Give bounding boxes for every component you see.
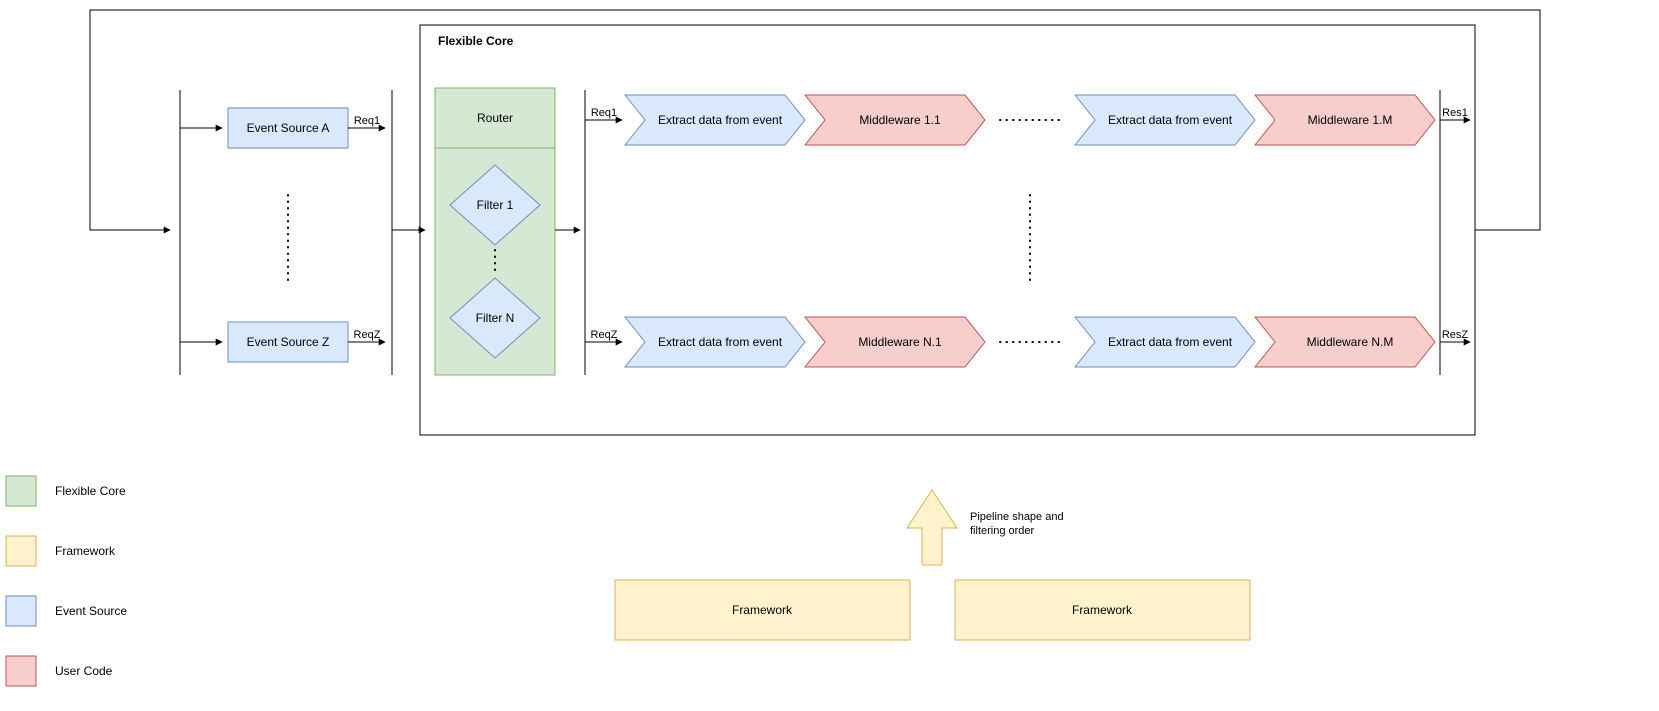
framework-2-label: Framework [1072, 603, 1133, 617]
legend-framework-label: Framework [55, 544, 116, 558]
extract-nb-label: Extract data from event [1108, 335, 1233, 349]
req1-label: Req1 [354, 115, 380, 127]
reqz-arrow-inner: ReqZ [585, 329, 622, 342]
legend-swatch-usercode [6, 656, 36, 686]
req1-inner-label: Req1 [591, 107, 617, 119]
mw11-label: Middleware 1.1 [859, 113, 941, 127]
mwn1-label: Middleware N.1 [858, 335, 942, 349]
legend-usercode-label: User Code [55, 664, 113, 678]
pipeline-1-extract-b: Extract data from event [1075, 95, 1255, 145]
res1-arrow: Res1 [1440, 107, 1470, 120]
annotation-line-1: Pipeline shape and [970, 511, 1064, 523]
router-label: Router [477, 111, 513, 125]
annotation-line-2: filtering order [970, 525, 1035, 537]
event-source-z-box: Event Source Z [228, 322, 348, 362]
mw1m-label: Middleware 1.M [1308, 113, 1393, 127]
legend: Flexible Core Framework Event Source Use… [6, 476, 127, 686]
event-source-a-box: Event Source A [228, 108, 348, 148]
res1-label: Res1 [1442, 107, 1468, 119]
legend-eventsource-label: Event Source [55, 604, 127, 618]
pipeline-n-mw-a: Middleware N.1 [805, 317, 985, 367]
legend-swatch-core [6, 476, 36, 506]
resz-label: ResZ [1442, 329, 1469, 341]
pipeline-n-mw-b: Middleware N.M [1255, 317, 1435, 367]
diagram-canvas: Event Source A Event Source Z Req1 ReqZ … [0, 0, 1659, 708]
mwnm-label: Middleware N.M [1307, 335, 1394, 349]
legend-core-label: Flexible Core [55, 484, 126, 498]
req1-arrow: Req1 [348, 115, 385, 128]
resz-arrow: ResZ [1440, 329, 1470, 342]
pipeline-n-extract-b: Extract data from event [1075, 317, 1255, 367]
pipeline-n-extract-a: Extract data from event [625, 317, 805, 367]
extract-na-label: Extract data from event [658, 335, 783, 349]
legend-swatch-eventsource [6, 596, 36, 626]
filter-n-label: Filter N [476, 311, 515, 325]
extract-1b-label: Extract data from event [1108, 113, 1233, 127]
pipeline-1-extract-a: Extract data from event [625, 95, 805, 145]
pipeline-shape-arrow: Pipeline shape and filtering order [907, 490, 1064, 568]
reqz-inner-label: ReqZ [591, 329, 618, 341]
pipeline-1-mw-b: Middleware 1.M [1255, 95, 1435, 145]
event-source-z-label: Event Source Z [247, 335, 330, 349]
framework-box-1: Framework [615, 580, 910, 640]
legend-swatch-framework [6, 536, 36, 566]
flexible-core-title: Flexible Core [438, 34, 514, 48]
filter-1-label: Filter 1 [477, 198, 514, 212]
reqz-arrow: ReqZ [348, 329, 385, 342]
reqz-label: ReqZ [354, 329, 381, 341]
extract-1a-label: Extract data from event [658, 113, 783, 127]
pipeline-1-mw-a: Middleware 1.1 [805, 95, 985, 145]
event-source-a-label: Event Source A [247, 121, 330, 135]
framework-1-label: Framework [732, 603, 793, 617]
req1-arrow-inner: Req1 [585, 107, 622, 120]
framework-box-2: Framework [955, 580, 1250, 640]
